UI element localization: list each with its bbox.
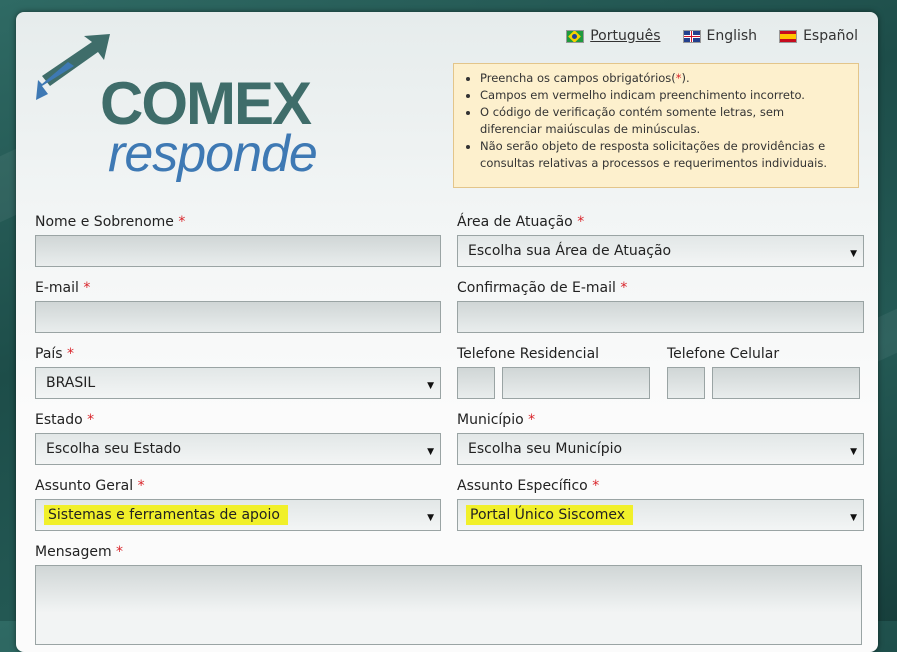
comex-responde-logo: COMEX responde [34, 30, 354, 190]
chevron-down-icon: ▼ [427, 447, 434, 457]
chevron-down-icon: ▼ [427, 381, 434, 391]
tel-res-number-input[interactable] [502, 367, 650, 399]
chevron-down-icon: ▼ [850, 249, 857, 259]
assunto-especifico-label: Assunto Específico * [457, 478, 600, 494]
language-label: English [706, 28, 758, 44]
brazil-flag-icon [566, 29, 585, 43]
language-portugues[interactable]: Português [566, 28, 661, 44]
chevron-down-icon: ▼ [850, 447, 857, 457]
assunto-geral-select-value: Sistemas e ferramentas de apoio [46, 505, 282, 525]
tel-cel-label: Telefone Celular [667, 346, 780, 362]
language-espanol[interactable]: Español [779, 28, 858, 44]
form-panel: Português English Español COMEX responde [16, 12, 878, 652]
language-english[interactable]: English [682, 28, 758, 44]
pais-select-value: BRASIL [46, 375, 96, 391]
tel-res-label: Telefone Residencial [457, 346, 600, 362]
nome-label: Nome e Sobrenome * [35, 214, 186, 230]
assunto-especifico-select-value: Portal Único Siscomex [468, 505, 628, 525]
mensagem-label: Mensagem * [35, 544, 124, 560]
chevron-down-icon: ▼ [850, 513, 857, 523]
notice-item: Não serão objeto de resposta solicitaçõe… [480, 138, 848, 172]
area-select-value: Escolha sua Área de Atuação [468, 243, 672, 259]
email-confirm-input[interactable] [457, 301, 864, 333]
tel-cel-ddd-input[interactable] [667, 367, 705, 399]
email-confirm-label: Confirmação de E-mail * [457, 280, 628, 296]
email-input[interactable] [35, 301, 441, 333]
chevron-down-icon: ▼ [427, 513, 434, 523]
assunto-especifico-select[interactable]: Portal Único Siscomex ▼ [457, 499, 864, 531]
tel-cel-number-input[interactable] [712, 367, 860, 399]
notice-item: Campos em vermelho indicam preenchimento… [480, 87, 848, 104]
spain-flag-icon [779, 29, 798, 43]
mensagem-textarea[interactable] [35, 565, 862, 645]
municipio-select[interactable]: Escolha seu Município ▼ [457, 433, 864, 465]
tel-res-ddd-input[interactable] [457, 367, 495, 399]
estado-select-value: Escolha seu Estado [46, 441, 182, 457]
notice-item: Preencha os campos obrigatórios(*). [480, 70, 848, 87]
area-label: Área de Atuação * [457, 214, 585, 230]
language-label: Español [803, 28, 858, 44]
email-label: E-mail * [35, 280, 91, 296]
language-label: Português [590, 28, 661, 44]
nome-input[interactable] [35, 235, 441, 267]
municipio-label: Município * [457, 412, 536, 428]
logo-responde-text: responde [108, 125, 318, 183]
language-selector: Português English Español [566, 28, 858, 44]
instructions-notice: Preencha os campos obrigatórios(*). Camp… [453, 63, 859, 188]
uk-flag-icon [682, 29, 701, 43]
pais-label: País * [35, 346, 75, 362]
area-select[interactable]: Escolha sua Área de Atuação ▼ [457, 235, 864, 267]
estado-select[interactable]: Escolha seu Estado ▼ [35, 433, 441, 465]
assunto-geral-select[interactable]: Sistemas e ferramentas de apoio ▼ [35, 499, 441, 531]
pais-select[interactable]: BRASIL ▼ [35, 367, 441, 399]
municipio-select-value: Escolha seu Município [468, 441, 623, 457]
notice-item: O código de verificação contém somente l… [480, 104, 848, 138]
assunto-geral-label: Assunto Geral * [35, 478, 145, 494]
estado-label: Estado * [35, 412, 95, 428]
